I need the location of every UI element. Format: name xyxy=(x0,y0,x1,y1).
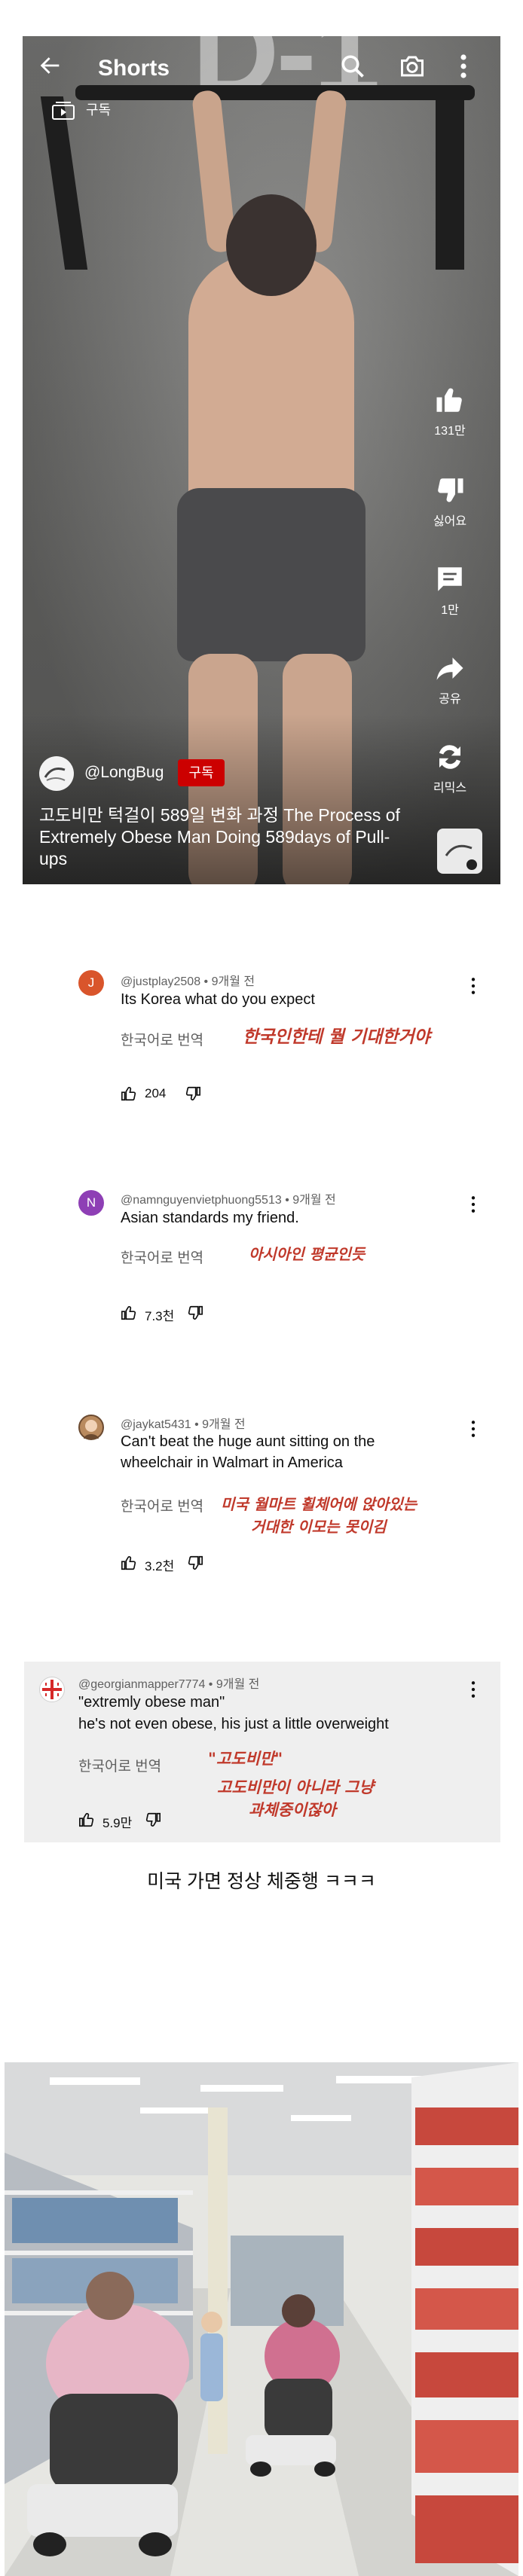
translate-link[interactable]: 한국어로 번역 xyxy=(121,1247,203,1267)
comment-meta: @namnguyenvietphuong5513 • 9개월 전 xyxy=(121,1194,336,1207)
comment-text-line2: he's not even obese, his just a little o… xyxy=(78,1716,389,1732)
camera-icon[interactable] xyxy=(398,53,427,80)
dislike-button[interactable]: 싫어요 xyxy=(416,475,484,529)
store-aisle-photo xyxy=(5,2062,518,2576)
comment-avatar[interactable] xyxy=(39,1677,65,1702)
dislike-label: 싫어요 xyxy=(433,515,467,528)
comment-text: Can't beat the huge aunt sitting on the … xyxy=(121,1433,375,1471)
like-icon xyxy=(436,388,462,412)
thumbs-up-icon[interactable] xyxy=(121,1085,137,1102)
search-icon[interactable] xyxy=(339,53,366,80)
share-icon xyxy=(436,658,463,680)
shorts-player[interactable]: D-1 Shorts 구독 131만 싫어요 1만 공유 리믹스 @LongBu… xyxy=(23,36,500,884)
avatar-face-icon xyxy=(84,1420,99,1439)
comment-avatar[interactable]: J xyxy=(78,970,104,996)
translation-note-line2: 고도비만이 아니라 그냥 xyxy=(217,1778,374,1796)
store-aisle-illustration xyxy=(5,2062,518,2576)
remix-thumbnail-icon xyxy=(445,844,477,870)
subscriptions-icon[interactable] xyxy=(51,101,77,121)
translation-note: 아시아인 평균인듯 xyxy=(249,1245,365,1263)
translation-note-line3: 과체중이잖아 xyxy=(249,1801,336,1819)
subscribe-button[interactable]: 구독 xyxy=(178,759,225,786)
back-arrow-icon[interactable] xyxy=(38,53,63,78)
comment-like-count: 7.3천 xyxy=(145,1309,175,1323)
comment-menu-icon[interactable] xyxy=(470,1680,476,1699)
comment-button[interactable]: 1만 xyxy=(416,563,484,618)
channel-avatar[interactable] xyxy=(39,756,74,791)
share-label: 공유 xyxy=(439,693,461,706)
remix-icon xyxy=(439,745,460,769)
pullup-bar-bracket-right xyxy=(436,96,464,270)
person-head xyxy=(226,194,317,296)
thumbs-up-icon[interactable] xyxy=(78,1811,95,1828)
like-count: 131만 xyxy=(434,425,466,438)
translation-note: 한국인한테 뭘 기대한거야 xyxy=(243,1027,430,1047)
comment-like-count: 5.9만 xyxy=(102,1816,133,1830)
comment-count: 1만 xyxy=(441,604,459,617)
dislike-icon xyxy=(438,478,463,502)
subscriptions-label[interactable]: 구독 xyxy=(86,99,111,119)
player-top-bar: Shorts xyxy=(23,36,500,96)
translation-note-line2: 거대한 이모는 못이김 xyxy=(251,1518,387,1536)
comment-icon xyxy=(438,567,462,591)
remix-label: 리믹스 xyxy=(433,782,467,795)
comment-meta: @justplay2508 • 9개월 전 xyxy=(121,975,255,988)
thumbs-down-icon[interactable] xyxy=(187,1555,203,1571)
thumbs-down-icon[interactable] xyxy=(187,1305,203,1321)
comment-avatar[interactable] xyxy=(78,1415,104,1440)
channel-logo-icon xyxy=(44,767,66,781)
thumbs-up-icon[interactable] xyxy=(121,1555,137,1571)
comment-like-count: 204 xyxy=(145,1086,167,1100)
comment-menu-icon[interactable] xyxy=(470,976,476,996)
post-caption: 미국 가면 정상 체중행 ㅋㅋㅋ xyxy=(147,1871,376,1892)
comment-avatar[interactable]: N xyxy=(78,1190,104,1216)
person-shorts xyxy=(177,488,365,661)
like-button[interactable]: 131만 xyxy=(416,384,484,438)
thumbs-down-icon[interactable] xyxy=(185,1085,201,1102)
translation-note-line1: "고도비만" xyxy=(208,1750,283,1768)
video-caption[interactable]: 고도비만 턱걸이 589일 변화 과정 The Process of Extre… xyxy=(39,804,401,870)
comment-menu-icon[interactable] xyxy=(470,1195,476,1214)
share-button[interactable]: 공유 xyxy=(416,652,484,707)
comment-meta: @georgianmapper7774 • 9개월 전 xyxy=(78,1678,260,1691)
comment-meta: @jaykat5431 • 9개월 전 xyxy=(121,1418,246,1431)
comment-text: Its Korea what do you expect xyxy=(121,991,315,1008)
shorts-title: Shorts xyxy=(98,56,170,81)
translation-note-line1: 미국 월마트 휠체어에 앉아있는 xyxy=(221,1495,417,1513)
comment-text: Asian standards my friend. xyxy=(121,1210,299,1226)
translate-link[interactable]: 한국어로 번역 xyxy=(121,1495,203,1515)
translate-link[interactable]: 한국어로 번역 xyxy=(78,1755,161,1775)
channel-name[interactable]: @LongBug xyxy=(84,764,164,782)
thumbs-up-icon[interactable] xyxy=(121,1305,137,1321)
translate-link[interactable]: 한국어로 번역 xyxy=(121,1029,203,1049)
georgia-flag-icon xyxy=(42,1680,62,1699)
comment-text-line1: "extremly obese man" xyxy=(78,1694,225,1711)
remix-button[interactable]: 리믹스 xyxy=(416,741,484,795)
thumbs-down-icon[interactable] xyxy=(145,1811,161,1828)
sound-remix-thumbnail[interactable] xyxy=(437,829,482,874)
comment-like-count: 3.2천 xyxy=(145,1559,175,1573)
more-vert-icon[interactable] xyxy=(458,53,469,80)
comment-menu-icon[interactable] xyxy=(470,1419,476,1439)
